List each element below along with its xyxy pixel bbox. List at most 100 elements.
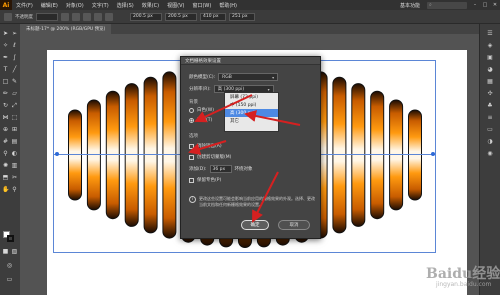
bg-transparent-label: 透明(T) xyxy=(197,118,213,123)
type-tool-icon[interactable]: T xyxy=(2,66,9,73)
graph-tool-icon[interactable]: ▥ xyxy=(11,162,18,169)
brushes-panel-icon[interactable]: ✣ xyxy=(485,90,495,97)
resolution-option[interactable]: 其它 xyxy=(225,117,278,125)
menu-item[interactable]: 编辑(E) xyxy=(37,2,62,9)
menu-item[interactable]: 文字(T) xyxy=(88,2,113,9)
transparency-panel-icon[interactable]: ◑ xyxy=(485,138,495,145)
slice-tool-icon[interactable]: ✂ xyxy=(11,174,18,181)
rectangle-tool-icon[interactable]: □ xyxy=(2,78,9,85)
bg-white-option[interactable]: 白色(W) xyxy=(189,107,214,113)
ok-button[interactable]: 确定 xyxy=(241,220,269,230)
anchor-point-left[interactable] xyxy=(55,152,59,156)
resolution-option[interactable]: 中 (150 ppi) xyxy=(225,101,278,109)
bg-transparent-radio[interactable] xyxy=(189,117,194,123)
width-tool-icon[interactable]: ⋈ xyxy=(2,114,9,121)
search-input[interactable]: ⌕ xyxy=(427,1,467,9)
opacity-field[interactable] xyxy=(36,12,58,21)
symbol-sprayer-tool-icon[interactable]: ✺ xyxy=(2,162,9,169)
selection-icon[interactable] xyxy=(4,12,12,21)
transform-icon[interactable] xyxy=(72,12,80,21)
cancel-button[interactable]: 取消 xyxy=(278,220,310,230)
mesh-tool-icon[interactable]: # xyxy=(2,138,9,145)
pen-tool-icon[interactable]: ✒ xyxy=(2,54,9,61)
color-model-select[interactable]: RGB ▾ xyxy=(218,73,279,81)
control-bar: 不透明度 200.5 px 200.5 px 410 px 251 px xyxy=(0,10,500,24)
menu-item[interactable]: 选择(S) xyxy=(113,2,138,9)
clipping-mask-checkbox[interactable] xyxy=(189,154,194,160)
stroke-panel-icon[interactable]: ≡ xyxy=(485,114,495,121)
info-text: 更改这些设置可能会影响当前应用的栅格效果的外观。选择、更改当前文档和任何新栅格效… xyxy=(199,196,315,207)
add-amount-field[interactable]: 36 px xyxy=(209,165,232,173)
color-mode-icon[interactable]: ■ xyxy=(2,248,9,255)
artboard-tool-icon[interactable]: ⬒ xyxy=(2,174,9,181)
workspace-switcher[interactable]: 基本功能 xyxy=(396,2,424,9)
symbols-panel-icon[interactable]: ♣ xyxy=(485,102,495,109)
selection-tool-icon[interactable]: ➤ xyxy=(2,30,9,37)
gradient-tool-icon[interactable]: ▤ xyxy=(11,138,18,145)
direct-selection-tool-icon[interactable]: ➢ xyxy=(11,30,18,37)
rotate-tool-icon[interactable]: ↻ xyxy=(2,102,9,109)
dialog-title: 文档栅格效果设置 xyxy=(181,57,320,65)
minimize-icon[interactable]: – xyxy=(470,2,480,8)
menu-bar: Ai 文件(F) 编辑(E) 对象(O) 文字(T) 选择(S) 效果(C) 视图(V) 窗口… xyxy=(0,0,500,10)
line-tool-icon[interactable]: ╱ xyxy=(11,66,18,73)
y-field[interactable]: 251 px xyxy=(229,12,255,21)
appearance-panel-icon[interactable]: ◉ xyxy=(485,150,495,157)
x-field[interactable]: 410 px xyxy=(200,12,226,21)
eyedropper-tool-icon[interactable]: ⚲ xyxy=(2,150,9,157)
blend-tool-icon[interactable]: ◐ xyxy=(11,150,18,157)
magic-wand-tool-icon[interactable]: ✧ xyxy=(2,42,9,49)
draw-mode-icon[interactable]: ◎ xyxy=(6,262,13,269)
color-panel-icon[interactable]: ◕ xyxy=(485,66,495,73)
grid-icon[interactable] xyxy=(105,12,113,21)
keep-spot-checkbox[interactable] xyxy=(189,177,194,183)
paintbrush-tool-icon[interactable]: ✎ xyxy=(11,78,18,85)
gradient-mode-icon[interactable]: ▧ xyxy=(11,248,18,255)
gradient-panel-icon[interactable]: ▭ xyxy=(485,126,495,133)
panel-dock: ☰ ◈ ▣ ◕ ▦ ✣ ♣ ≡ ▭ ◑ ◉ xyxy=(479,24,500,295)
distribute-icon[interactable] xyxy=(83,12,91,21)
zoom-tool-icon[interactable]: ⚲ xyxy=(11,186,18,193)
width-field[interactable]: 200.5 px xyxy=(130,12,162,21)
align-icon[interactable] xyxy=(61,12,69,21)
height-field[interactable]: 200.5 px xyxy=(165,12,197,21)
bg-white-radio[interactable] xyxy=(189,107,194,113)
menu-item[interactable]: 视图(V) xyxy=(163,2,188,9)
close-icon[interactable]: ✕ xyxy=(490,2,500,8)
screen-mode-icon[interactable]: ▭ xyxy=(6,276,13,283)
lasso-tool-icon[interactable]: ℓ xyxy=(11,42,18,49)
hand-tool-icon[interactable]: ✋ xyxy=(2,186,9,193)
resolution-option[interactable]: 高 (300 ppi) xyxy=(225,109,278,117)
maximize-icon[interactable]: □ xyxy=(480,2,490,8)
stroke-swatch[interactable] xyxy=(7,235,14,242)
options-label: 选项 xyxy=(189,134,198,139)
eraser-tool-icon[interactable]: ▱ xyxy=(11,90,18,97)
pencil-tool-icon[interactable]: ✏ xyxy=(2,90,9,97)
swatches-panel-icon[interactable]: ▦ xyxy=(485,78,495,85)
anchor-point-right[interactable] xyxy=(431,152,435,156)
arrange-icon[interactable] xyxy=(94,12,102,21)
layers-panel-icon[interactable]: ◈ xyxy=(485,42,495,49)
free-transform-tool-icon[interactable]: ⬚ xyxy=(11,114,18,121)
menu-item[interactable]: 文件(F) xyxy=(12,2,37,9)
menu-item[interactable]: 帮助(H) xyxy=(215,2,241,9)
menu-item[interactable]: 效果(C) xyxy=(138,2,163,9)
clipping-mask-option[interactable]: 创建剪切蒙版(M) xyxy=(189,154,231,160)
keep-spot-option[interactable]: 保留专色(P) xyxy=(189,177,221,183)
document-tab[interactable]: 未标题-17* @ 200% (RGB/GPU 预览) xyxy=(20,24,112,34)
properties-panel-icon[interactable]: ☰ xyxy=(485,30,495,37)
menu-item[interactable]: 对象(O) xyxy=(62,2,88,9)
libraries-panel-icon[interactable]: ▣ xyxy=(485,54,495,61)
menu-item[interactable]: 窗口(W) xyxy=(188,2,215,9)
bg-transparent-option[interactable]: 透明(T) xyxy=(189,117,212,123)
perspective-tool-icon[interactable]: ⊞ xyxy=(11,126,18,133)
scale-tool-icon[interactable]: ⤢ xyxy=(11,102,18,109)
curvature-tool-icon[interactable]: ∫ xyxy=(11,54,18,61)
add-label: 添加(D): xyxy=(189,167,207,172)
resolution-option[interactable]: 屏幕 (72 ppi) xyxy=(225,93,278,101)
bg-white-label: 白色(W) xyxy=(197,108,214,113)
antialias-checkbox[interactable] xyxy=(189,143,194,149)
antialias-label: 消除锯齿(A) xyxy=(197,144,222,149)
shape-builder-tool-icon[interactable]: ⊕ xyxy=(2,126,9,133)
antialias-option[interactable]: 消除锯齿(A) xyxy=(189,143,222,149)
